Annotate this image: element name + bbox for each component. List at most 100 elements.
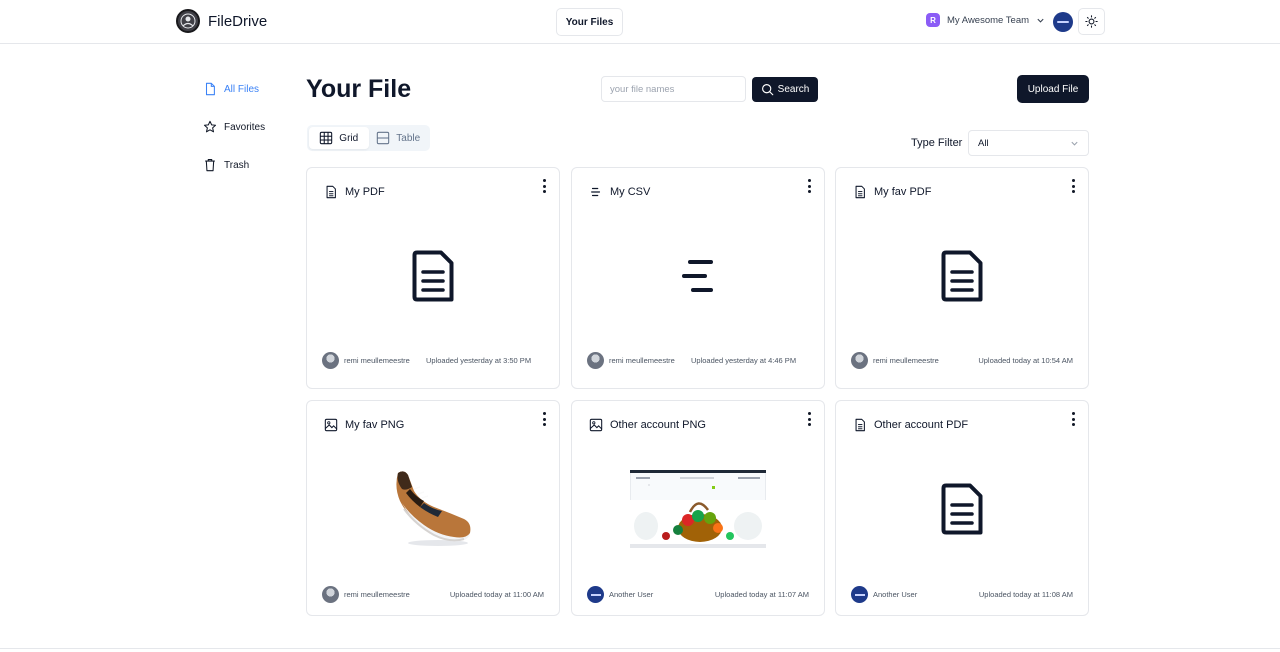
chevron-down-icon [1037,18,1044,23]
more-options-icon[interactable] [1070,412,1076,426]
view-tabs: Grid Table [307,125,430,151]
file-name: Other account PDF [874,419,969,431]
image-icon [589,418,603,432]
file-preview [836,483,1088,535]
owner-name: remi meullemeestre [344,590,410,599]
owner-name: remi meullemeestre [873,356,939,365]
file-preview [836,250,1088,302]
type-filter-value: All [978,137,989,149]
card-footer: remi meullemeestre Uploaded today at 11:… [322,586,544,603]
chevron-down-icon [1071,141,1078,146]
sun-icon [1085,15,1098,28]
file-card[interactable]: My CSV remi meullemeestre Uploaded yeste… [571,167,825,389]
file-preview [572,258,824,294]
file-name: My CSV [610,186,651,198]
card-footer: remi meullemeestre Uploaded yesterday at… [322,352,544,369]
file-owner: remi meullemeestre [322,352,410,369]
sidebar-item-all-files[interactable]: All Files [203,80,265,98]
file-owner: Another User [851,586,917,603]
card-footer: Another User Uploaded today at 11:08 AM [851,586,1073,603]
upload-time: Uploaded today at 11:00 AM [449,589,544,599]
card-header: My PDF [324,185,385,199]
upload-time: Uploaded today at 11:08 AM [978,589,1073,599]
avatar [322,352,339,369]
file-name: My fav PNG [345,419,405,431]
team-badge: R [926,13,940,27]
file-text-icon [855,185,865,199]
sidebar-item-label: All Files [224,83,260,95]
sneaker-image [396,471,471,546]
page-title: Your File [306,75,412,103]
tab-grid[interactable]: Grid [309,127,369,149]
file-card[interactable]: My fav PNG remi meullemeestre Uploaded t… [306,400,560,616]
more-options-icon[interactable] [806,412,812,426]
file-text-icon [941,250,983,302]
more-options-icon[interactable] [1070,179,1076,193]
file-card[interactable]: My fav PDF remi meullemeestre Uploaded t… [835,167,1089,389]
card-header: My fav PNG [324,418,404,432]
your-files-button[interactable]: Your Files [556,8,623,36]
card-header: My CSV [589,185,650,199]
image-icon [324,418,338,432]
type-filter-label: Type Filter [911,137,963,149]
website-screenshot-image [630,470,766,548]
upload-time: Uploaded yesterday at 3:50 PM [426,355,532,365]
file-owner: remi meullemeestre [322,586,410,603]
owner-name: remi meullemeestre [609,356,675,365]
file-text-icon [941,483,983,535]
upload-time: Uploaded today at 10:54 AM [978,355,1073,365]
upload-file-button[interactable]: Upload File [1017,75,1089,103]
avatar [851,352,868,369]
file-card[interactable]: My PDF remi meullemeestre Uploaded yeste… [306,167,560,389]
file-text-icon [326,185,336,199]
file-preview [307,250,559,302]
tab-table[interactable]: Table [369,127,429,149]
search-icon [761,84,774,96]
sidebar-item-label: Favorites [224,121,266,133]
search-input[interactable] [601,76,746,102]
theme-toggle-button[interactable] [1078,8,1105,35]
file-name: My PDF [345,186,385,198]
align-lines-icon [591,187,601,197]
team-name: My Awesome Team [947,14,1030,26]
file-owner: remi meullemeestre [587,352,675,369]
user-avatar[interactable] [1053,12,1073,32]
file-text-icon [412,250,454,302]
logo-icon [176,9,200,33]
card-footer: remi meullemeestre Uploaded today at 10:… [851,352,1073,369]
search-button-label: Search [777,84,810,95]
brand[interactable]: FileDrive [176,9,267,33]
file-owner: Another User [587,586,653,603]
file-owner: remi meullemeestre [851,352,939,369]
file-card[interactable]: Other account PDF Another User Uploaded … [835,400,1089,616]
card-header: Other account PNG [589,418,706,432]
upload-time: Uploaded yesterday at 4:46 PM [691,355,797,365]
avatar [851,586,868,603]
file-text-icon [855,418,865,432]
avatar [587,352,604,369]
owner-name: Another User [609,590,654,599]
sidebar-item-trash[interactable]: Trash [203,156,265,174]
grid-icon [320,131,333,145]
avatar [322,586,339,603]
owner-name: remi meullemeestre [344,356,410,365]
footer-divider [0,648,1280,649]
search-button[interactable]: Search [752,77,818,102]
align-lines-icon [682,260,713,292]
file-icon [205,82,215,96]
top-header: FileDrive Your Files R My Awesome Team [0,0,1280,44]
file-card[interactable]: Other account PNG Another User Uploaded … [571,400,825,616]
more-options-icon[interactable] [806,179,812,193]
owner-name: Another User [873,590,918,599]
card-header: Other account PDF [853,418,968,432]
type-filter-select[interactable]: All [968,130,1089,156]
sidebar-item-favorites[interactable]: Favorites [203,118,265,136]
trash-icon [205,159,215,172]
file-preview-image [307,467,559,549]
team-switcher[interactable]: R My Awesome Team [926,13,1045,27]
star-icon [203,120,217,133]
more-options-icon[interactable] [541,179,547,193]
more-options-icon[interactable] [541,412,547,426]
file-name: My fav PDF [874,186,932,198]
avatar [587,586,604,603]
